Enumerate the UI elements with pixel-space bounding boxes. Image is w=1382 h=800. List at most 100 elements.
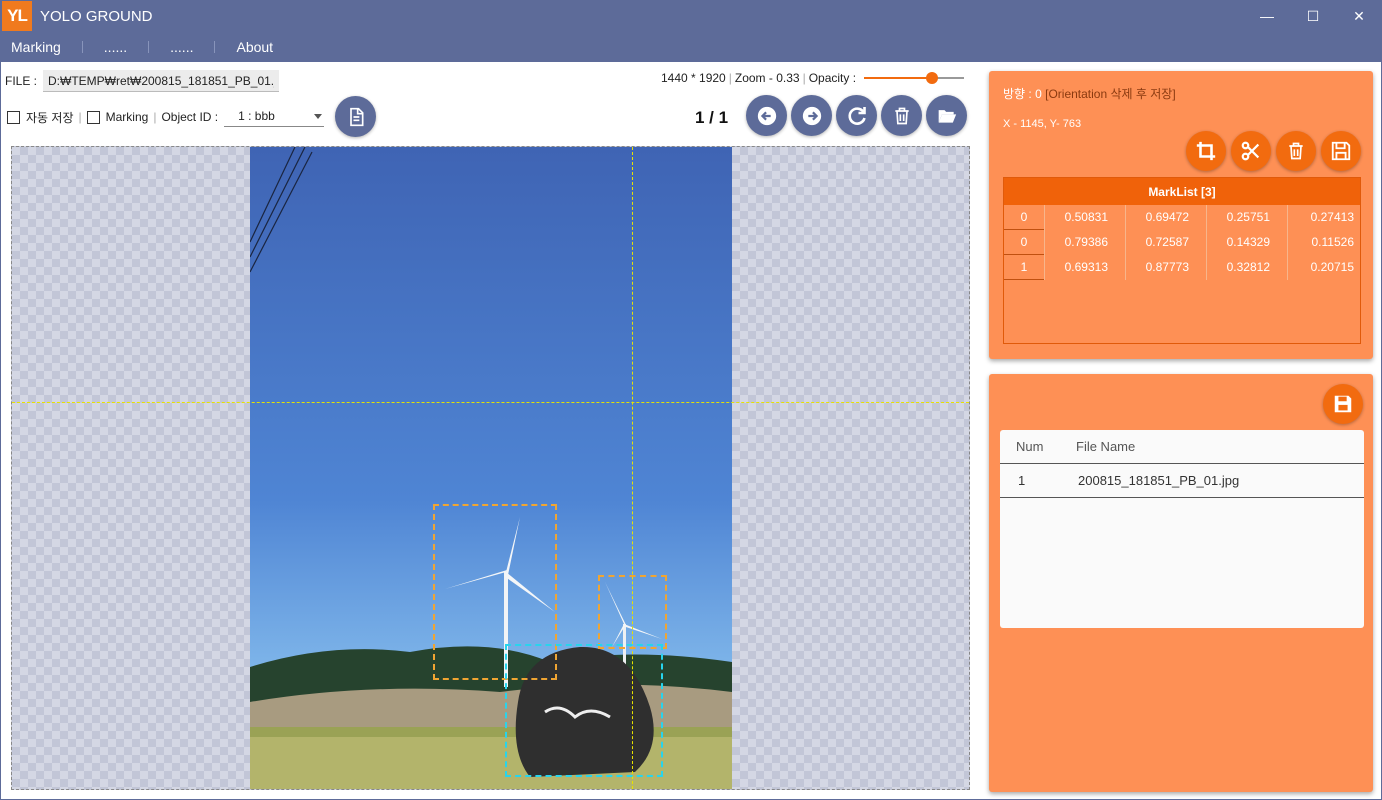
mark-w: 0.14329: [1226, 235, 1270, 249]
image-canvas[interactable]: [11, 146, 970, 790]
menu-about[interactable]: About: [225, 39, 284, 55]
marking-checkbox[interactable]: [86, 110, 100, 124]
image-info: 1440 * 1920 | Zoom - 0.33 | Opacity :: [661, 70, 965, 86]
cursor-coords: X - 1145, Y- 763: [1003, 118, 1082, 130]
menu-separator: [214, 41, 216, 53]
window-controls: — ☐ ✕: [1244, 0, 1382, 32]
mark-w: 0.25751: [1226, 210, 1270, 224]
mark-y: 0.69472: [1145, 210, 1189, 224]
option-separator: |: [153, 110, 157, 124]
mark-h: 0.20715: [1310, 260, 1354, 274]
app-logo: YL: [2, 1, 32, 31]
mark-list: MarkList [3] 0 0.50831 0.69472 0.25751 0…: [1003, 177, 1361, 344]
row-num: 1: [1018, 473, 1026, 488]
crop-button[interactable]: [1186, 131, 1226, 171]
file-table-header: Num File Name: [1000, 430, 1364, 464]
object-id-label: Object ID :: [161, 110, 219, 124]
object-id-value: 1 : bbb: [238, 109, 275, 123]
mark-h: 0.11526: [1311, 235, 1355, 249]
minimize-icon: —: [1260, 8, 1274, 24]
bounding-box-selected[interactable]: [505, 644, 663, 777]
app-title: YOLO GROUND: [40, 7, 153, 25]
mark-panel: 방향 : 0 [Orientation 삭제 후 저장] X - 1145, Y…: [989, 71, 1373, 359]
chevron-down-icon: [314, 114, 323, 119]
mark-x: 0.79386: [1064, 235, 1108, 249]
maximize-icon: ☐: [1306, 7, 1320, 24]
mark-x: 0.50831: [1064, 210, 1108, 224]
file-list-save-button[interactable]: [1323, 384, 1363, 424]
option-separator: |: [78, 110, 82, 124]
rotate-button[interactable]: [836, 95, 877, 136]
crosshair-horizontal: [12, 402, 969, 403]
opacity-slider-thumb[interactable]: [926, 72, 939, 84]
close-button[interactable]: ✕: [1336, 0, 1382, 32]
mark-row[interactable]: 0 0.79386 0.72587 0.14329 0.11526: [1004, 230, 1360, 255]
column-num: Num: [1016, 439, 1044, 454]
close-icon: ✕: [1353, 7, 1365, 24]
opacity-slider-fill: [864, 77, 933, 79]
cut-button[interactable]: [1231, 131, 1271, 171]
delete-button[interactable]: [881, 95, 922, 136]
auto-save-checkbox[interactable]: [7, 110, 20, 124]
file-label: FILE :: [5, 74, 38, 88]
prev-button[interactable]: [746, 95, 787, 136]
delete-icon: [1289, 142, 1303, 160]
row-file-name: 200815_181851_PB_01.jpg: [1078, 473, 1240, 488]
menu-marking[interactable]: Marking: [0, 39, 72, 55]
info-separator: |: [728, 71, 732, 85]
mark-h: 0.27413: [1310, 210, 1354, 224]
page-indicator: 1 / 1: [695, 108, 729, 127]
mark-row[interactable]: 1 0.69313 0.87773 0.32812 0.20715: [1004, 255, 1360, 280]
orientation-info: 방향 : 0 [Orientation 삭제 후 저장]: [1003, 85, 1176, 102]
folder-open-icon: [938, 109, 956, 123]
mark-w: 0.32812: [1226, 260, 1270, 274]
mark-row[interactable]: 0 0.50831 0.69472 0.25751 0.27413: [1004, 205, 1360, 230]
mark-delete-button[interactable]: [1276, 131, 1316, 171]
prev-icon: [757, 106, 776, 125]
file-row: FILE :: [5, 70, 280, 92]
mark-class-id: 0: [1004, 230, 1044, 255]
mark-save-button[interactable]: [1321, 131, 1361, 171]
open-folder-button[interactable]: [926, 95, 967, 136]
options-row: 자동 저장 | Marking | Object ID : 1 : bbb: [7, 106, 325, 128]
scissors-icon: [1241, 141, 1260, 161]
rotate-icon: [848, 106, 866, 125]
column-file-name: File Name: [1076, 439, 1136, 454]
orientation-label: 방향 : 0: [1003, 87, 1042, 101]
table-row[interactable]: 1 200815_181851_PB_01.jpg: [1000, 464, 1364, 498]
delete-icon: [894, 107, 909, 124]
opacity-slider[interactable]: [864, 70, 965, 86]
menu-separator: [148, 41, 150, 53]
file-path-input[interactable]: [43, 70, 280, 92]
next-button[interactable]: [791, 95, 832, 136]
mark-class-id: 1: [1004, 255, 1044, 280]
zoom-level: Zoom - 0.33: [734, 71, 800, 85]
file-list-panel: Num File Name 1 200815_181851_PB_01.jpg: [989, 374, 1373, 792]
orientation-note: [Orientation 삭제 후 저장]: [1045, 87, 1176, 101]
auto-save-label: 자동 저장: [26, 110, 74, 125]
save-icon: [1331, 141, 1351, 161]
document-icon: [349, 107, 363, 126]
main-content: FILE : 1440 * 1920 | Zoom - 0.33 | Opaci…: [1, 62, 1381, 799]
next-icon: [802, 106, 821, 125]
marking-label: Marking: [105, 110, 149, 124]
menu-bar: Marking ...... ...... About: [0, 32, 1382, 62]
mark-y: 0.87773: [1145, 260, 1189, 274]
menu-separator: [81, 41, 83, 53]
document-button[interactable]: [335, 96, 376, 137]
mark-list-header: MarkList [3]: [1004, 178, 1360, 205]
crop-icon: [1196, 141, 1216, 161]
maximize-button[interactable]: ☐: [1290, 0, 1336, 32]
mark-x: 0.69313: [1064, 260, 1108, 274]
menu-item-3[interactable]: ......: [159, 39, 204, 55]
file-table: Num File Name 1 200815_181851_PB_01.jpg: [1000, 430, 1364, 628]
title-bar: YL YOLO GROUND — ☐ ✕: [0, 0, 1382, 32]
minimize-button[interactable]: —: [1244, 0, 1290, 32]
menu-item-2[interactable]: ......: [93, 39, 138, 55]
mark-y: 0.72587: [1145, 235, 1189, 249]
bounding-box[interactable]: [598, 575, 667, 649]
mark-class-id: 0: [1004, 205, 1044, 230]
info-separator: |: [802, 71, 806, 85]
object-id-select[interactable]: 1 : bbb: [224, 107, 325, 127]
save-icon: [1334, 395, 1352, 413]
